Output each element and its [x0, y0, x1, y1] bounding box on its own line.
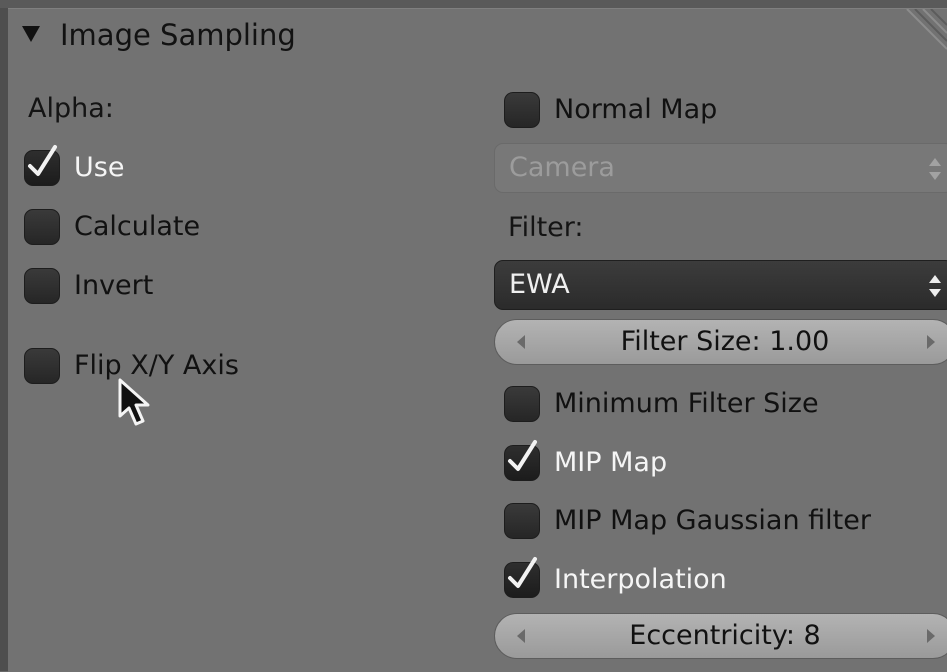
calculate-alpha-label: Calculate	[74, 211, 201, 242]
filter-heading: Filter:	[508, 212, 584, 243]
interpolation-label: Interpolation	[554, 564, 727, 595]
check-icon	[508, 557, 537, 588]
checkbox-box[interactable]	[504, 503, 540, 539]
checkbox-box[interactable]	[504, 386, 540, 422]
eccentricity-slider[interactable]: Eccentricity: 8	[494, 613, 947, 659]
checkbox-box[interactable]	[24, 145, 60, 186]
checkbox-box[interactable]	[24, 348, 60, 384]
filter-size-slider[interactable]: Filter Size: 1.00	[494, 319, 947, 365]
mip-map-gaussian-checkbox[interactable]: MIP Map Gaussian filter	[504, 501, 884, 541]
filter-size-value: Filter Size: 1.00	[620, 326, 830, 357]
checkbox-box[interactable]	[24, 268, 60, 304]
eccentricity-value: Eccentricity: 8	[629, 620, 821, 651]
checkbox-box[interactable]	[504, 557, 540, 598]
normal-map-label: Normal Map	[554, 94, 718, 125]
calculate-alpha-checkbox[interactable]: Calculate	[24, 207, 244, 247]
minimum-filter-size-label: Minimum Filter Size	[554, 388, 819, 419]
invert-alpha-label: Invert	[74, 270, 154, 301]
panel-header[interactable]: Image Sampling	[8, 9, 947, 63]
mouse-pointer-icon	[118, 378, 150, 426]
checkbox-box[interactable]	[24, 209, 60, 245]
checkbox-box[interactable]	[504, 92, 540, 128]
up-down-arrows-icon	[929, 158, 941, 180]
editor-edge-top	[0, 0, 947, 8]
mip-map-checkbox[interactable]: MIP Map	[504, 440, 704, 483]
dropdown-value: Camera	[509, 152, 615, 183]
check-icon	[508, 440, 537, 471]
mip-map-gaussian-label: MIP Map Gaussian filter	[554, 505, 871, 536]
increment-arrow-icon[interactable]	[927, 335, 935, 349]
use-alpha-checkbox[interactable]: Use	[24, 145, 204, 188]
filter-type-dropdown[interactable]: EWA	[494, 260, 947, 310]
image-sampling-panel: Image Sampling Alpha: Use Calculate Inve…	[8, 8, 947, 672]
panel-title: Image Sampling	[60, 18, 296, 52]
normal-map-space-dropdown[interactable]: Camera	[494, 143, 947, 193]
collapse-triangle-icon[interactable]	[22, 26, 40, 42]
up-down-arrows-icon	[929, 275, 941, 297]
editor-edge-left	[0, 0, 8, 671]
flip-axis-label: Flip X/Y Axis	[74, 350, 239, 381]
interpolation-checkbox[interactable]: Interpolation	[504, 557, 744, 600]
normal-map-checkbox[interactable]: Normal Map	[504, 90, 764, 130]
dropdown-value: EWA	[509, 269, 570, 300]
check-icon	[28, 145, 57, 176]
mip-map-label: MIP Map	[554, 447, 668, 478]
alpha-heading: Alpha:	[28, 93, 114, 124]
use-alpha-label: Use	[74, 152, 125, 183]
increment-arrow-icon[interactable]	[927, 629, 935, 643]
minimum-filter-size-checkbox[interactable]: Minimum Filter Size	[504, 384, 844, 424]
checkbox-box[interactable]	[504, 440, 540, 481]
invert-alpha-checkbox[interactable]: Invert	[24, 266, 204, 306]
